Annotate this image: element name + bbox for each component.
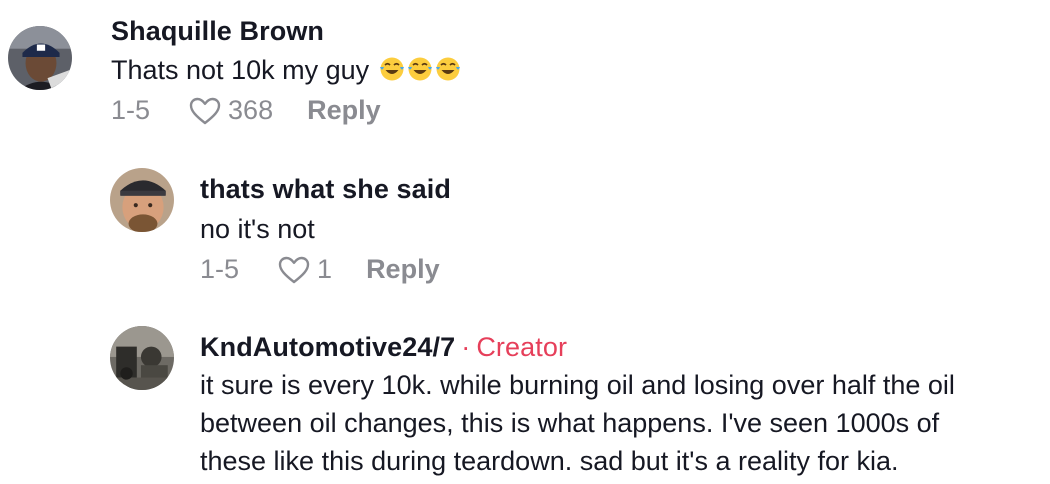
comment-date: 1-5	[200, 254, 240, 284]
comment-text-line: between oil changes, this is what happen…	[200, 408, 940, 438]
comment-username[interactable]: thats what she said	[200, 174, 451, 205]
comment-date: 1-5	[111, 95, 151, 125]
avatar-photo-icon	[8, 26, 72, 90]
heart-outline-icon	[189, 97, 221, 124]
separator-dot: ·	[461, 332, 471, 362]
avatar-photo-icon	[110, 168, 174, 232]
comment-username: KndAutomotive24/7 · Creator	[200, 332, 567, 363]
like-count: 1	[317, 254, 333, 284]
comment-text-line: it sure is every 10k. while burning oil …	[200, 370, 955, 400]
comment-meta: 1-5 368 Reply	[111, 95, 381, 126]
comment-text: Thats not 10k my guy	[111, 52, 461, 89]
reply-button[interactable]: Reply	[366, 254, 440, 285]
comment-meta: 1-5 1 Reply	[200, 254, 440, 285]
avatar[interactable]	[8, 26, 72, 90]
comment-text-content: Thats not 10k my guy	[111, 55, 370, 85]
avatar[interactable]	[110, 326, 174, 390]
like-button[interactable]: 1	[277, 254, 332, 285]
comment-text-line: these like this during teardown. sad but…	[200, 446, 899, 476]
avatar[interactable]	[110, 168, 174, 232]
like-count: 368	[228, 95, 274, 125]
creator-username[interactable]: KndAutomotive24/7	[200, 332, 455, 362]
comment-username[interactable]: Shaquille Brown	[111, 16, 324, 47]
tears-of-joy-icon	[435, 56, 461, 82]
heart-outline-icon	[278, 256, 310, 283]
tears-of-joy-icon	[379, 56, 405, 82]
like-button[interactable]: 368	[188, 95, 273, 126]
comment-text: no it's not	[200, 214, 315, 244]
tears-of-joy-icon	[407, 56, 433, 82]
avatar-photo-icon	[110, 326, 174, 390]
reply-button[interactable]: Reply	[307, 95, 381, 126]
creator-badge: Creator	[476, 332, 568, 362]
